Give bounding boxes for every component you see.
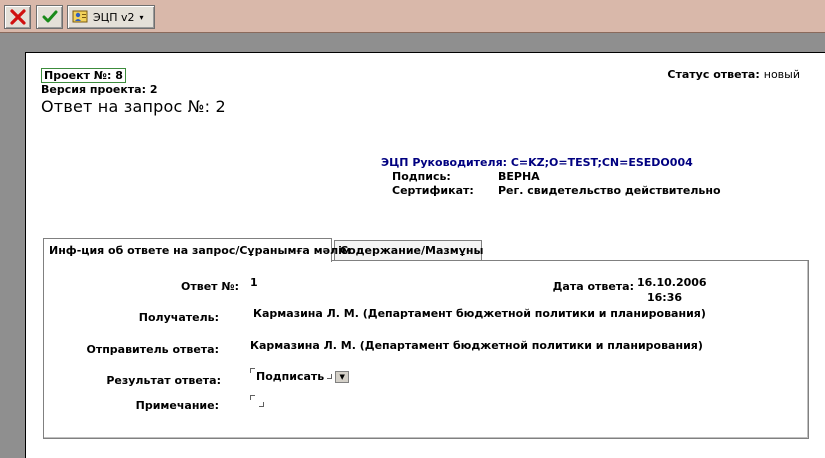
certificate-value: Рег. свидетельство действительно [498,184,721,197]
document-page: Проект №: 8 Версия проекта: 2 Ответ на з… [25,52,825,458]
toolbar: ЭЦП v2 ▾ [0,0,825,33]
certificate-row: Сертификат: Рег. свидетельство действите… [381,184,801,197]
recipient-label: Получатель: [138,311,219,324]
status-block: Статус ответа: новый [667,68,800,81]
chevron-down-icon[interactable]: ▼ [335,370,350,383]
certificate-label: Сертификат: [392,184,474,197]
result-select-value: Подписать [256,370,325,383]
ok-button[interactable] [36,5,63,29]
answer-date-label: Дата ответа: [552,280,634,293]
project-number[interactable]: Проект №: 8 [41,68,126,83]
answer-time-value: 16:36 [647,291,683,304]
tab-content[interactable]: Содержание/Мазмұны [334,240,483,260]
ecp-label: ЭЦП v2 [93,10,135,24]
certificate-icon [72,10,88,23]
answer-date-value: 16.10.2006 [637,276,707,289]
signature-row: Подпись: ВЕРНА [381,170,801,183]
answer-number-value: 1 [250,276,258,289]
tab-panel-info: Ответ №: 1 Дата ответа: 16.10.2006 16:36… [43,260,809,439]
field-corner-mark [250,368,255,373]
ecp-dropdown-button[interactable]: ЭЦП v2 ▾ [67,5,155,29]
signature-head: ЭЦП Руководителя: C=KZ;O=TEST;CN=ESEDO00… [381,156,693,169]
cross-icon [9,9,26,25]
signature-label: Подпись: [392,170,451,183]
sender-label: Отправитель ответа: [86,343,219,356]
signature-block: ЭЦП Руководителя: C=KZ;O=TEST;CN=ESEDO00… [381,156,801,197]
signature-value: ВЕРНА [498,170,540,183]
status-label: Статус ответа: [667,68,760,81]
answer-number-label: Ответ №: [181,280,239,293]
field-corner-mark [250,395,255,400]
field-corner-mark [327,374,333,379]
result-select[interactable]: Подписать ▼ [256,370,350,383]
result-label: Результат ответа: [106,374,221,387]
status-value: новый [763,68,800,81]
sender-value: Кармазина Л. М. (Департамент бюджетной п… [250,339,703,352]
field-corner-mark [259,402,264,407]
page-title: Ответ на запрос №: 2 [41,97,226,116]
tab-info[interactable]: Инф-ция об ответе на запрос/Сұранымға мә… [43,238,351,262]
chevron-down-icon: ▾ [139,12,144,22]
recipient-value: Кармазина Л. М. (Департамент бюджетной п… [253,307,706,320]
document-area: Проект №: 8 Версия проекта: 2 Ответ на з… [0,33,825,458]
check-icon [42,10,57,23]
project-version: Версия проекта: 2 [41,83,158,96]
cancel-button[interactable] [4,5,31,29]
note-label: Примечание: [135,399,219,412]
